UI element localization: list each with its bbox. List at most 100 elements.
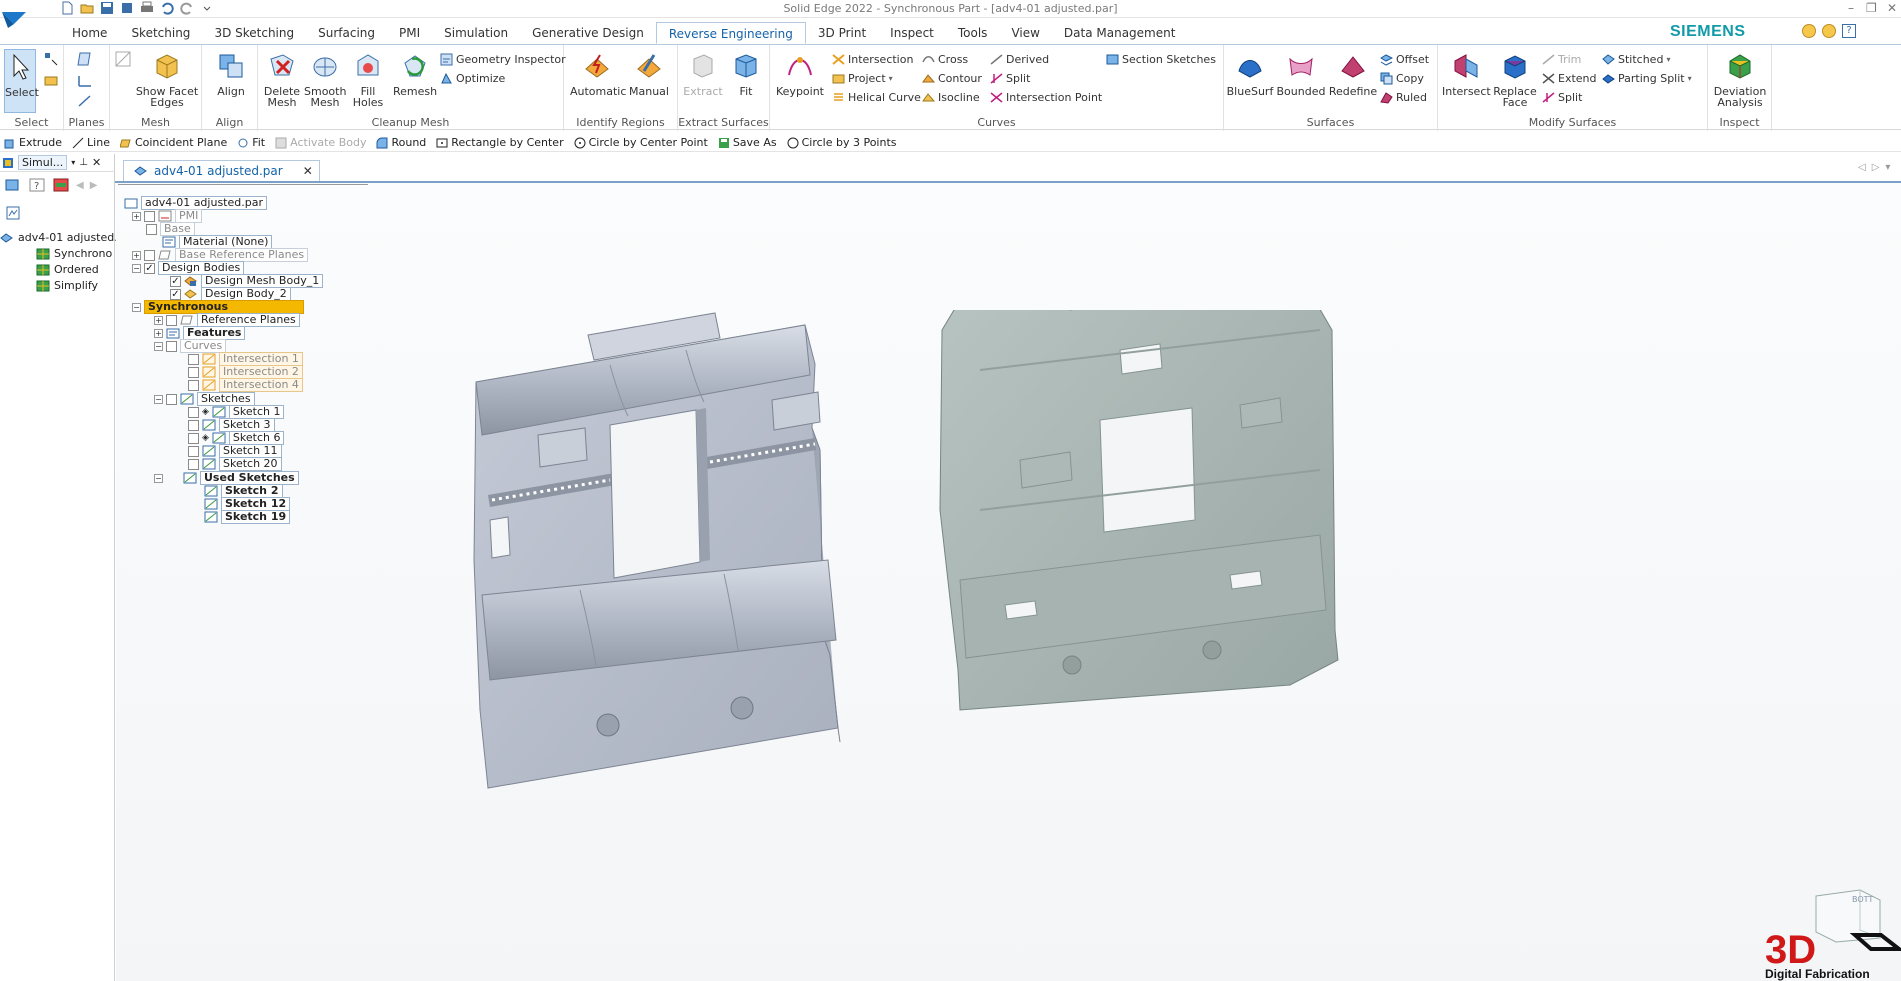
stitched-button[interactable]: Stitched ▾: [1602, 51, 1670, 67]
activate-body-command[interactable]: Activate Body: [275, 136, 366, 149]
feedback-sad-icon[interactable]: [1822, 24, 1836, 38]
visibility-checkbox[interactable]: [144, 249, 155, 261]
split-curve-button[interactable]: Split: [990, 70, 1030, 86]
extrude-command[interactable]: Extrude: [4, 136, 62, 149]
quickpick-icon[interactable]: [43, 73, 59, 89]
tree-node-sketch-19[interactable]: Sketch 19: [204, 510, 291, 524]
chevron-down-icon[interactable]: ▾: [889, 74, 893, 83]
tree-node-pmi[interactable]: + PMI: [132, 209, 203, 223]
bounded-button[interactable]: Bounded: [1276, 51, 1326, 97]
tab-scroll-left-icon[interactable]: ◁: [1858, 162, 1866, 173]
expand-icon[interactable]: +: [132, 211, 141, 221]
visibility-checkbox[interactable]: [146, 223, 157, 235]
visibility-checkbox[interactable]: ✓: [170, 275, 181, 287]
plane-icon[interactable]: [76, 51, 94, 67]
tree-node-sketch-6[interactable]: ◈ Sketch 6: [188, 431, 285, 445]
bluesurf-button[interactable]: BlueSurf: [1226, 51, 1274, 97]
visibility-checkbox[interactable]: ✓: [144, 262, 155, 274]
coincident-plane-command[interactable]: Coincident Plane: [119, 136, 227, 149]
collapse-icon[interactable]: −: [154, 394, 163, 404]
intersect-button[interactable]: Intersect: [1442, 51, 1491, 97]
intersection-point-button[interactable]: Intersection Point: [990, 89, 1102, 105]
isocline-curve-button[interactable]: Isocline: [922, 89, 980, 105]
tab-simulation[interactable]: Simulation: [432, 22, 520, 44]
visibility-checkbox[interactable]: [166, 314, 177, 326]
tab-list-icon[interactable]: ▾: [1885, 162, 1890, 173]
extend-button[interactable]: Extend: [1542, 70, 1597, 86]
collapse-icon[interactable]: −: [132, 263, 141, 273]
forward-icon[interactable]: ▶: [90, 180, 98, 191]
manual-button[interactable]: Manual: [626, 51, 672, 97]
scanned-mesh-body[interactable]: [939, 310, 1339, 711]
document-tab[interactable]: adv4-01 adjusted.par ✕: [123, 160, 320, 181]
tab-reverse-engineering[interactable]: Reverse Engineering: [655, 22, 806, 44]
visibility-checkbox[interactable]: [188, 353, 199, 365]
trim-button[interactable]: Trim: [1542, 51, 1581, 67]
tree-root[interactable]: adv4-01 adjusted.par: [124, 196, 267, 210]
tree-node-curves[interactable]: − Curves: [154, 339, 227, 353]
select-filter-icon[interactable]: [43, 51, 59, 67]
tree-node-intersection-4[interactable]: Intersection 4: [188, 378, 303, 392]
axis-icon[interactable]: [76, 93, 94, 109]
tree-node-features[interactable]: + Features: [154, 326, 246, 340]
geometry-inspector-button[interactable]: Geometry Inspector: [440, 51, 566, 67]
rectangle-by-center-command[interactable]: Rectangle by Center: [436, 136, 564, 149]
eye-icon[interactable]: ◈: [202, 407, 209, 417]
tree-node-intersection-2[interactable]: Intersection 2: [188, 365, 303, 379]
tree-node-sketch-20[interactable]: Sketch 20: [188, 457, 282, 471]
tab-home[interactable]: Home: [60, 22, 119, 44]
tree-node-used-sketches[interactable]: − Used Sketches: [154, 471, 299, 485]
fit-command[interactable]: Fit: [237, 136, 265, 149]
tree-node-design-mesh-body[interactable]: ✓ Design Mesh Body_1: [170, 274, 324, 288]
derived-curve-button[interactable]: Derived: [990, 51, 1049, 67]
mesh-tool-icon[interactable]: [4, 177, 22, 193]
visibility-checkbox[interactable]: ✓: [170, 288, 181, 300]
visibility-checkbox[interactable]: [144, 210, 155, 222]
parting-split-button[interactable]: Parting Split ▾: [1602, 70, 1692, 86]
close-document-icon[interactable]: ✕: [303, 164, 313, 178]
visibility-checkbox[interactable]: [166, 393, 177, 405]
fit-surface-button[interactable]: Fit: [726, 51, 766, 97]
application-menu-icon[interactable]: [0, 0, 34, 38]
undo-icon[interactable]: [160, 1, 174, 15]
tab-sketching[interactable]: Sketching: [119, 22, 202, 44]
collapse-icon[interactable]: −: [132, 302, 141, 312]
minimize-icon[interactable]: –: [1848, 1, 1854, 15]
left-pane-item-ordered[interactable]: Ordered: [36, 263, 99, 276]
circle-by-center-command[interactable]: Circle by Center Point: [574, 136, 708, 149]
visibility-checkbox[interactable]: [188, 379, 199, 391]
keypoint-button[interactable]: Keypoint: [776, 51, 824, 97]
section-sketches-button[interactable]: Section Sketches: [1106, 51, 1216, 67]
tree-node-intersection-1[interactable]: Intersection 1: [188, 352, 303, 366]
tab-surfacing[interactable]: Surfacing: [306, 22, 387, 44]
eye-icon[interactable]: ◈: [202, 433, 209, 443]
tree-node-sketch-2[interactable]: Sketch 2: [204, 484, 283, 498]
close-icon[interactable]: ✕: [92, 156, 101, 169]
feedback-happy-icon[interactable]: [1802, 24, 1816, 38]
tree-node-sketches[interactable]: − Sketches: [154, 392, 255, 406]
select-button[interactable]: Select: [4, 49, 39, 113]
tab-scroll-right-icon[interactable]: ▷: [1872, 162, 1880, 173]
tree-node-sketch-11[interactable]: Sketch 11: [188, 444, 282, 458]
split-surface-button[interactable]: Split: [1542, 89, 1582, 105]
tree-node-reference-planes[interactable]: + Reference Planes: [154, 313, 300, 327]
tab-3d-print[interactable]: 3D Print: [806, 22, 878, 44]
pathfinder-splitter[interactable]: [118, 184, 368, 192]
tree-node-material[interactable]: Material (None): [162, 235, 273, 249]
tab-pmi[interactable]: PMI: [387, 22, 432, 44]
delete-mesh-button[interactable]: Delete Mesh: [262, 51, 302, 108]
extract-button[interactable]: Extract: [682, 51, 724, 97]
project-curve-button[interactable]: Project ▾: [832, 70, 893, 86]
tree-node-design-bodies[interactable]: − ✓ Design Bodies: [132, 261, 245, 275]
visibility-checkbox[interactable]: [188, 432, 199, 444]
tree-node-sketch-12[interactable]: Sketch 12: [204, 497, 291, 511]
optimize-button[interactable]: Optimize: [440, 70, 505, 86]
tab-3d-sketching[interactable]: 3D Sketching: [202, 22, 306, 44]
tree-node-design-body-2[interactable]: ✓ Design Body_2: [170, 287, 291, 301]
tree-node-synchronous[interactable]: − Synchronous: [132, 300, 304, 314]
tree-node-sketch-1[interactable]: ◈ Sketch 1: [188, 405, 285, 419]
collapse-icon[interactable]: −: [154, 341, 163, 351]
visibility-checkbox[interactable]: [188, 406, 199, 418]
left-pane-root[interactable]: adv4-01 adjusted.p: [0, 231, 125, 244]
fill-holes-button[interactable]: Fill Holes: [348, 51, 388, 108]
